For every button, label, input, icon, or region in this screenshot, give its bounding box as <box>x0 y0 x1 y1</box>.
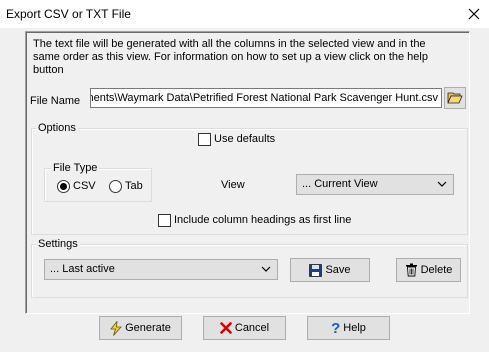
include-headings-label: Include column headings as first line <box>174 214 352 226</box>
file-name-label: File Name <box>30 95 81 107</box>
csv-label: CSV <box>73 180 96 192</box>
options-legend: Options <box>36 122 78 134</box>
generate-button[interactable]: Generate <box>99 316 182 340</box>
tab-label: Tab <box>125 180 143 192</box>
delete-button[interactable]: Delete <box>396 258 461 282</box>
window-title: Export CSV or TXT File <box>6 7 131 21</box>
cancel-label: Cancel <box>234 322 270 334</box>
close-button[interactable] <box>459 0 489 28</box>
floppy-disk-icon <box>309 263 323 277</box>
lightning-icon <box>110 320 122 336</box>
info-text: The text file will be generated with all… <box>33 38 428 76</box>
trash-icon <box>405 263 417 277</box>
chevron-down-icon <box>261 266 271 272</box>
delete-label: Delete <box>420 264 453 276</box>
settings-select[interactable]: ... Last active <box>44 259 278 280</box>
csv-radio[interactable] <box>57 180 70 193</box>
browse-button[interactable] <box>444 87 466 109</box>
include-headings-checkbox[interactable] <box>158 214 171 227</box>
save-button[interactable]: Save <box>290 258 370 282</box>
view-label: View <box>221 179 245 191</box>
question-mark-icon: ? <box>331 319 341 337</box>
cancel-button[interactable]: Cancel <box>203 316 286 340</box>
settings-legend: Settings <box>36 238 80 250</box>
help-label: Help <box>343 322 366 334</box>
close-icon <box>468 8 480 20</box>
folder-open-icon <box>447 92 463 104</box>
view-select-value: ... Current View <box>302 178 378 190</box>
chevron-down-icon <box>437 181 447 187</box>
view-select[interactable]: ... Current View <box>296 174 454 195</box>
tab-radio[interactable] <box>109 180 122 193</box>
use-defaults-checkbox[interactable] <box>198 133 211 146</box>
file-name-field[interactable]: nents\Waymark Data\Petrified Forest Nati… <box>90 88 442 108</box>
file-type-legend: File Type <box>51 162 100 174</box>
red-x-icon <box>220 322 232 334</box>
use-defaults-label: Use defaults <box>214 133 276 145</box>
save-label: Save <box>325 264 351 276</box>
title-bar: Export CSV or TXT File <box>0 0 489 28</box>
settings-select-value: ... Last active <box>50 263 115 275</box>
help-button[interactable]: ? Help <box>307 316 390 340</box>
generate-label: Generate <box>125 322 171 334</box>
